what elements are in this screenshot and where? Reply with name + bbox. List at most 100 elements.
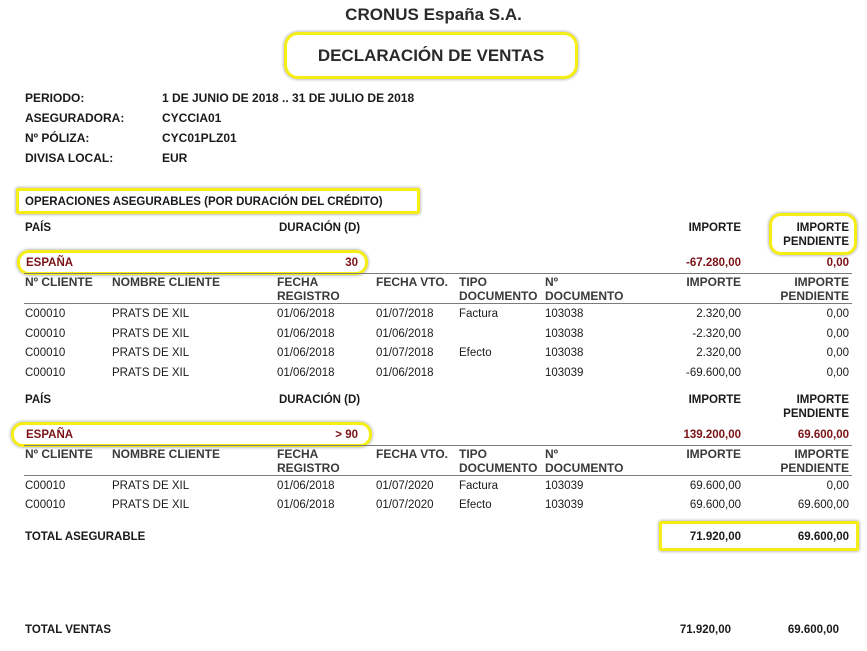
col-no-documento: Nº DOCUMENTO <box>545 275 623 303</box>
group2-header-bottom-rule <box>24 475 852 476</box>
group1-country: ESPAÑA <box>26 257 74 269</box>
cell-cliente: C00010 <box>25 308 66 320</box>
periodo-label: PERIODO: <box>25 91 85 105</box>
cell-pendiente: 0,00 <box>826 480 849 492</box>
col-importe-pendiente-line2: PENDIENTE <box>780 289 849 303</box>
cell-cliente: C00010 <box>25 328 66 340</box>
cell-importe: 69.600,00 <box>689 499 741 511</box>
col-nombre-cliente-2: NOMBRE CLIENTE <box>112 447 220 461</box>
total-asegurable-pendiente: 69.600,00 <box>797 531 849 543</box>
cell-tipo: Efecto <box>459 347 492 359</box>
group2-header-top-rule <box>24 445 852 446</box>
cell-documento: 103038 <box>545 328 584 340</box>
col-importe-pendiente-line1: IMPORTE <box>794 275 849 289</box>
cell-pendiente: 0,00 <box>826 367 849 379</box>
cell-fecha-vto: 01/07/2018 <box>376 308 434 320</box>
cell-documento: 103039 <box>545 480 584 492</box>
group2-country: ESPAÑA <box>26 429 74 441</box>
col-tipo-documento-line1: TIPO <box>459 275 488 289</box>
cell-nombre: PRATS DE XIL <box>112 480 190 492</box>
col-tipo-documento: TIPO DOCUMENTO <box>459 275 537 303</box>
total-asegurable-label: TOTAL ASEGURABLE <box>25 531 146 543</box>
cell-fecha-registro: 01/06/2018 <box>277 347 335 359</box>
poliza-value: CYC01PLZ01 <box>162 131 237 145</box>
cell-importe: 2.320,00 <box>696 347 741 359</box>
cell-tipo: Efecto <box>459 499 492 511</box>
cell-documento: 103038 <box>545 347 584 359</box>
col-importe-pendiente: IMPORTE PENDIENTE <box>750 275 849 303</box>
col-nombre-cliente: NOMBRE CLIENTE <box>112 275 220 289</box>
col-importe: IMPORTE <box>686 275 741 289</box>
cell-pendiente: 0,00 <box>826 347 849 359</box>
group2-importe: 139.200,00 <box>683 429 741 441</box>
divisa-value: EUR <box>162 151 188 165</box>
col-no-documento-2: Nº DOCUMENTO <box>545 447 623 475</box>
cell-pendiente: 0,00 <box>826 328 849 340</box>
col-tipo-documento-2: TIPO DOCUMENTO <box>459 447 537 475</box>
col-fecha-registro-2: FECHA REGISTRO <box>277 447 340 475</box>
cell-importe: -69.600,00 <box>686 367 741 379</box>
section-title: OPERACIONES ASEGURABLES (POR DURACIÓN DE… <box>25 196 383 208</box>
duracion-header: DURACIÓN (D) <box>279 222 361 234</box>
group2-pendiente: 69.600,00 <box>797 429 849 441</box>
pais-header-2: PAÍS <box>25 394 51 406</box>
cell-nombre: PRATS DE XIL <box>112 328 190 340</box>
col-tipo-documento-line2: DOCUMENTO <box>459 289 538 303</box>
col-fecha-registro-line1: FECHA <box>277 275 319 289</box>
report-title: DECLARACIÓN DE VENTAS <box>317 46 545 65</box>
col-tipo-documento-2-line2: DOCUMENTO <box>459 461 538 475</box>
group1-pendiente: 0,00 <box>826 257 849 269</box>
col-no-documento-line2: DOCUMENTO <box>545 289 624 303</box>
aseguradora-value: CYCCIA01 <box>162 111 222 125</box>
importe-pendiente-header-2-line1: IMPORTE <box>796 394 849 406</box>
cell-fecha-registro: 01/06/2018 <box>277 480 335 492</box>
cell-nombre: PRATS DE XIL <box>112 308 190 320</box>
cell-nombre: PRATS DE XIL <box>112 347 190 359</box>
company-name: CRONUS España S.A. <box>345 5 522 24</box>
importe-pendiente-header-2: IMPORTE PENDIENTE <box>750 393 849 421</box>
col-no-documento-line1: Nº <box>545 275 559 289</box>
cell-fecha-registro: 01/06/2018 <box>277 499 335 511</box>
cell-cliente: C00010 <box>25 480 66 492</box>
total-ventas-pendiente: 69.600,00 <box>787 624 839 636</box>
group1-importe: -67.280,00 <box>686 257 741 269</box>
importe-pendiente-header-line1: IMPORTE <box>796 222 849 234</box>
total-ventas-importe: 71.920,00 <box>679 624 731 636</box>
col-no-cliente: Nº CLIENTE <box>25 275 93 289</box>
cell-fecha-vto: 01/06/2018 <box>376 328 434 340</box>
col-tipo-documento-2-line1: TIPO <box>459 447 488 461</box>
col-importe-2: IMPORTE <box>686 447 741 461</box>
col-fecha-registro-line2: REGISTRO <box>277 289 340 303</box>
group1-header-bottom-rule <box>24 303 852 304</box>
total-ventas-label: TOTAL VENTAS <box>25 624 112 636</box>
cell-importe: 69.600,00 <box>689 480 741 492</box>
importe-pendiente-header-2-line2: PENDIENTE <box>783 408 849 420</box>
divisa-label: DIVISA LOCAL: <box>25 151 114 165</box>
col-importe-pendiente-2: IMPORTE PENDIENTE <box>750 447 849 475</box>
cell-fecha-registro: 01/06/2018 <box>277 308 335 320</box>
cell-fecha-registro: 01/06/2018 <box>277 367 335 379</box>
duracion-header-2: DURACIÓN (D) <box>279 394 361 406</box>
cell-fecha-vto: 01/07/2020 <box>376 499 434 511</box>
cell-documento: 103038 <box>545 308 584 320</box>
cell-fecha-registro: 01/06/2018 <box>277 328 335 340</box>
col-fecha-registro: FECHA REGISTRO <box>277 275 340 303</box>
importe-header: IMPORTE <box>688 222 741 234</box>
col-importe-pendiente-2-line2: PENDIENTE <box>780 461 849 475</box>
col-fecha-registro-2-line2: REGISTRO <box>277 461 340 475</box>
importe-pendiente-header-line2: PENDIENTE <box>783 236 849 248</box>
group1-header-top-rule <box>24 273 852 274</box>
cell-cliente: C00010 <box>25 347 66 359</box>
cell-nombre: PRATS DE XIL <box>112 367 190 379</box>
group2-duration: > 90 <box>335 429 358 441</box>
cell-fecha-vto: 01/07/2018 <box>376 347 434 359</box>
col-fecha-vto: FECHA VTO. <box>376 275 449 289</box>
col-no-documento-2-line2: DOCUMENTO <box>545 461 624 475</box>
cell-importe: -2.320,00 <box>692 328 741 340</box>
cell-tipo: Factura <box>459 480 498 492</box>
periodo-value: 1 DE JUNIO DE 2018 .. 31 DE JULIO DE 201… <box>162 91 415 105</box>
col-no-documento-2-line1: Nº <box>545 447 559 461</box>
cell-pendiente: 0,00 <box>826 308 849 320</box>
cell-fecha-vto: 01/07/2020 <box>376 480 434 492</box>
cell-pendiente: 69.600,00 <box>797 499 849 511</box>
